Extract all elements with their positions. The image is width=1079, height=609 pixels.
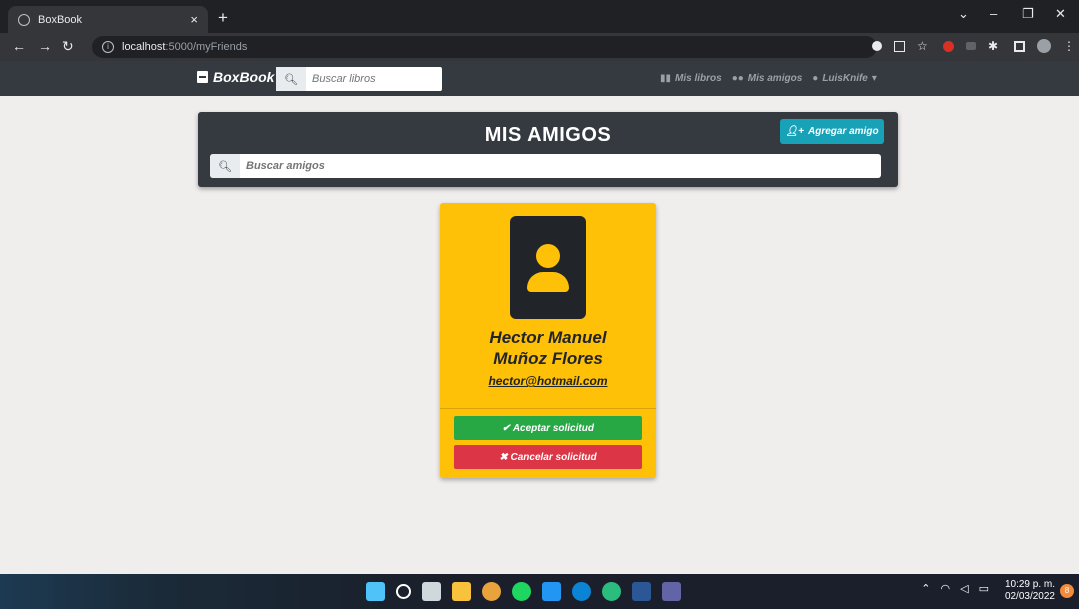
user-icon: ● [812, 73, 819, 84]
battery-icon[interactable]: ▭ [979, 582, 989, 595]
restore-icon[interactable]: ❐ [1022, 6, 1034, 22]
taskbar-apps [366, 582, 681, 601]
friend-card: Hector Manuel Muñoz Flores hector@hotmai… [440, 203, 656, 478]
clock-time: 10:29 p. m. [1004, 579, 1055, 590]
vscode-icon[interactable] [542, 582, 561, 601]
brand-name: BoxBook [213, 69, 275, 85]
nav-links: ▮▮ Mis libros ●● Mis amigos ● LuisKnife … [660, 73, 877, 84]
book-search-input[interactable] [306, 73, 436, 85]
taskbar: ⌃ ◠ ◁ ▭ 10:29 p. m. 02/03/2022 8 [0, 574, 1079, 609]
teams-icon[interactable] [662, 582, 681, 601]
edge-icon[interactable] [572, 582, 591, 601]
forward-icon[interactable]: → [38, 38, 52, 54]
tab-close-icon[interactable]: × [190, 12, 198, 27]
url-host: localhost [122, 41, 166, 53]
zoom-icon[interactable] [872, 41, 882, 51]
wifi-icon[interactable]: ◠ [941, 582, 951, 595]
notification-badge[interactable]: 8 [1060, 584, 1074, 598]
books-icon: ▮▮ [660, 73, 672, 84]
user-avatar-icon [536, 244, 560, 268]
word-icon[interactable] [632, 582, 651, 601]
nav-link-mis-amigos[interactable]: ●● Mis amigos [732, 73, 803, 84]
friend-email[interactable]: hector@hotmail.com [440, 374, 656, 388]
back-icon[interactable]: ← [12, 38, 26, 54]
windows-start-icon[interactable] [366, 582, 385, 601]
spotify-icon[interactable] [512, 582, 531, 601]
address-bar[interactable]: i localhost :5000/myFriends [92, 36, 877, 58]
browser-toolbar: ← → ↻ i localhost :5000/myFriends ☆ ✱ ⋮ [0, 33, 1079, 61]
user-dropdown[interactable]: ● LuisKnife ▾ [812, 73, 877, 84]
friend-search: 🔍︎ [210, 154, 881, 178]
user-plus-icon: 👤︎+ [785, 126, 804, 137]
nav-link-label: Mis amigos [747, 73, 803, 84]
globe-icon [18, 13, 30, 26]
browser-tabstrip: BoxBook × + ⌄ – ❐ ✕ [0, 0, 1079, 33]
nav-link-label: Mis libros [675, 73, 722, 84]
hs-app-icon[interactable] [602, 582, 621, 601]
chrome-icon[interactable] [482, 582, 501, 601]
system-tray: ⌃ ◠ ◁ ▭ [921, 582, 989, 595]
info-icon[interactable]: i [102, 41, 114, 53]
add-friend-label: Agregar amigo [807, 126, 879, 137]
share-icon[interactable] [894, 40, 905, 52]
star-icon[interactable]: ☆ [917, 39, 931, 53]
system-clock[interactable]: 10:29 p. m. 02/03/2022 [1005, 579, 1055, 603]
user-name: LuisKnife [822, 73, 868, 84]
book-icon [197, 71, 208, 83]
search-icon[interactable] [396, 584, 411, 599]
clock-date: 02/03/2022 [1004, 591, 1055, 602]
url-path: :5000/myFriends [165, 41, 248, 53]
book-search: 🔍︎ [276, 67, 442, 91]
search-icon: 🔍︎ [276, 67, 306, 91]
extension-gray-icon[interactable] [966, 42, 976, 50]
card-divider [440, 408, 656, 409]
chevron-up-icon[interactable]: ⌃ [921, 582, 930, 595]
extension-red-icon[interactable] [943, 40, 954, 52]
extension-icons: ☆ ✱ ⋮ [872, 39, 1075, 53]
reload-icon[interactable]: ↻ [62, 38, 74, 55]
volume-icon[interactable]: ◁ [960, 582, 968, 595]
tab-title: BoxBook [38, 13, 83, 26]
nav-link-mis-libros[interactable]: ▮▮ Mis libros [660, 73, 722, 84]
close-window-icon[interactable]: ✕ [1055, 6, 1066, 22]
browser-tab[interactable]: BoxBook × [8, 6, 208, 33]
app-navbar: BoxBook 🔍︎ ▮▮ Mis libros ●● Mis amigos ●… [0, 61, 1079, 96]
menu-icon[interactable]: ⋮ [1063, 39, 1075, 53]
cancel-request-button[interactable]: ✖ Cancelar solicitud [454, 445, 642, 469]
minimize-icon[interactable]: – [990, 6, 997, 21]
brand-logo[interactable]: BoxBook [197, 69, 274, 85]
caret-down-icon: ▾ [871, 73, 877, 84]
friend-search-input[interactable] [240, 160, 860, 172]
search-icon: 🔍︎ [210, 154, 240, 178]
friend-name: Hector Manuel Muñoz Flores [489, 328, 607, 368]
accept-request-button[interactable]: ✔ Aceptar solicitud [454, 416, 642, 440]
add-friend-button[interactable]: 👤︎+ Agregar amigo [780, 119, 884, 144]
user-avatar-body [527, 272, 569, 292]
avatar [510, 216, 586, 319]
new-tab-button[interactable]: + [218, 8, 228, 28]
profile-avatar[interactable] [1037, 39, 1051, 53]
friends-header-panel: MIS AMIGOS 👤︎+ Agregar amigo 🔍︎ [198, 112, 898, 187]
users-icon: ●● [731, 73, 744, 84]
task-view-icon[interactable] [422, 582, 441, 601]
tab-search-icon[interactable]: ⌄ [958, 6, 969, 22]
sidepanel-icon[interactable] [1014, 40, 1025, 52]
puzzle-icon[interactable]: ✱ [988, 39, 1002, 53]
file-explorer-icon[interactable] [452, 582, 471, 601]
